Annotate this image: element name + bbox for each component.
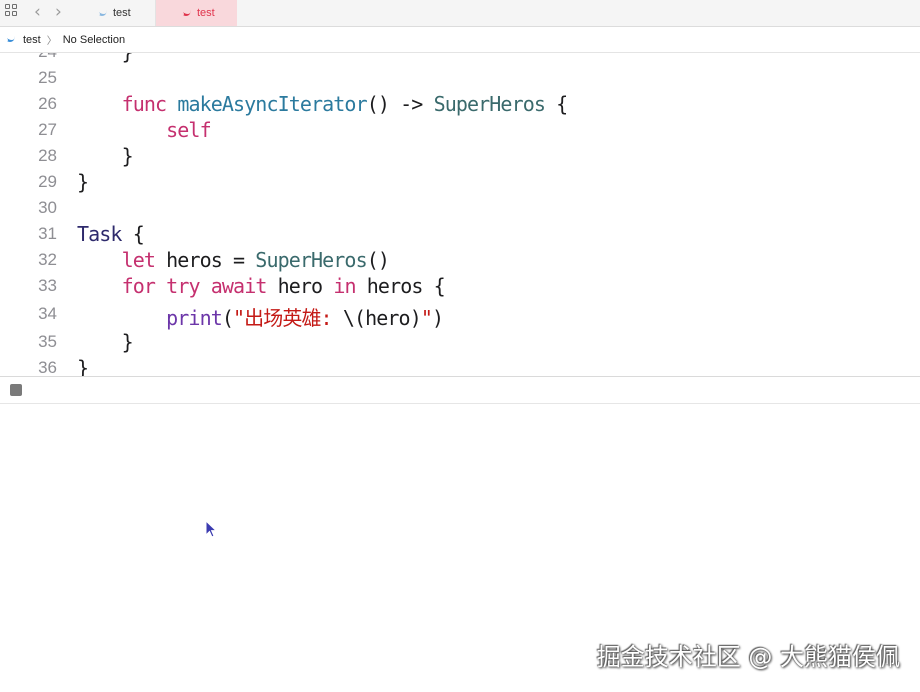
line-number: 29: [38, 172, 57, 191]
code-text: print("出场英雄: \(hero)"): [166, 306, 444, 330]
code-line: 25: [0, 65, 920, 91]
code-text: }: [77, 356, 89, 376]
code-line: 34 print("出场英雄: \(hero)"): [0, 301, 920, 330]
grid-icon[interactable]: [5, 4, 19, 18]
xcode-window: ‹ › test test test 〉 No Selection 24 }: [0, 0, 920, 692]
tab-test[interactable]: test: [76, 0, 156, 26]
code-line: 33 for try await hero in heros {: [0, 273, 920, 299]
watermark: 掘金技术社区 @ 大熊猫侯佩: [596, 643, 900, 671]
line-number: 24: [0, 53, 57, 62]
code-editor[interactable]: 24 } 25 26 func makeAsyncIterator() -> S…: [0, 53, 920, 376]
code-line: 29 }: [0, 169, 920, 195]
line-number: 27: [38, 120, 57, 139]
line-number: 33: [38, 276, 57, 295]
code-text: }: [77, 330, 134, 354]
tab-bar: ‹ › test test: [0, 0, 920, 27]
swift-icon: [7, 36, 15, 42]
stop-icon[interactable]: [10, 384, 22, 396]
code-line: 27 self: [0, 117, 920, 143]
breadcrumb-file[interactable]: test: [23, 34, 41, 46]
code-line: 30: [0, 195, 920, 221]
breadcrumb-selection[interactable]: No Selection: [63, 34, 125, 46]
code-line: 26 func makeAsyncIterator() -> SuperHero…: [0, 91, 920, 117]
code-text: let heros = SuperHeros(): [121, 248, 390, 272]
tab-label: test: [197, 7, 215, 19]
chevron-right-icon[interactable]: ›: [55, 2, 62, 22]
line-number: 30: [38, 198, 57, 217]
breadcrumb-separator-icon: 〉: [46, 36, 57, 47]
code-line: 28 }: [0, 143, 920, 169]
code-line: 31 Task {: [0, 221, 920, 247]
code-line: 32 let heros = SuperHeros(): [0, 247, 920, 273]
code-text: }: [77, 144, 134, 168]
line-number: 25: [38, 68, 57, 87]
code-text: func makeAsyncIterator() -> SuperHeros {: [121, 92, 569, 116]
code-line: 35 }: [0, 329, 920, 355]
code-text: self: [166, 118, 211, 142]
code-text: Task {: [77, 222, 145, 246]
code-text: }: [77, 170, 89, 194]
debug-bar: [0, 376, 920, 404]
tab-test-active[interactable]: test: [156, 0, 237, 26]
code-line: 36 }: [0, 355, 920, 376]
line-number: 26: [38, 94, 57, 113]
code-line: 24 }: [0, 53, 920, 65]
code-text: }: [77, 53, 134, 64]
line-number: 28: [38, 146, 57, 165]
line-number: 35: [38, 332, 57, 351]
line-number: 36: [38, 358, 57, 376]
jump-bar: test 〉 No Selection: [0, 27, 920, 53]
swift-icon: [183, 10, 191, 16]
swift-icon: [99, 10, 107, 16]
line-number: 34: [38, 304, 57, 323]
tab-label: test: [113, 7, 131, 19]
chevron-left-icon[interactable]: ‹: [34, 2, 41, 22]
code-text: for try await hero in heros {: [121, 274, 446, 298]
cursor-icon: [205, 520, 218, 538]
line-number: 32: [38, 250, 57, 269]
line-number: 31: [38, 224, 57, 243]
